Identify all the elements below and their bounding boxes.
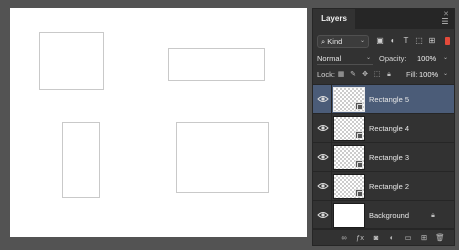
layer-name[interactable]: Rectangle 2 <box>369 172 409 201</box>
chevron-down-icon[interactable]: ⌄ <box>443 68 448 81</box>
layer-name[interactable]: Rectangle 3 <box>369 143 409 172</box>
smart-object-icon <box>355 189 363 197</box>
layer-thumbnail <box>333 116 365 141</box>
layer-thumbnail <box>333 203 365 228</box>
opacity-label: Opacity: <box>379 54 407 63</box>
blend-mode-value: Normal <box>317 54 342 63</box>
panel-menu-icon[interactable]: ☰ <box>439 18 451 26</box>
adjustment-filter-icon[interactable]: ◐ <box>388 36 398 46</box>
panel-footer: ∞ ƒx ◙ ◐ ▭ ⊞ 🗑︎ <box>313 228 454 245</box>
layer-row-rectangle-4[interactable]: Rectangle 4 <box>313 114 454 143</box>
lock-transparent-icon[interactable]: ▦ <box>337 70 345 79</box>
chevron-down-icon: ⌄ <box>359 38 365 44</box>
divider <box>331 172 332 201</box>
chevron-down-icon: ⌄ <box>365 55 371 61</box>
rectangle-shape[interactable] <box>39 32 104 90</box>
canvas-workspace <box>0 0 312 250</box>
divider <box>331 201 332 230</box>
kind-filter-select[interactable]: ⌕ Kind ⌄ <box>317 35 369 48</box>
layer-name[interactable]: Rectangle 4 <box>369 114 409 143</box>
mask-icon[interactable]: ◙ <box>371 233 381 242</box>
type-filter-icon[interactable]: T <box>401 36 411 46</box>
rectangle-shape[interactable] <box>168 48 265 81</box>
lock-artboard-icon[interactable]: ⬚ <box>373 70 381 79</box>
blend-mode-select[interactable]: Normal ⌄ <box>317 52 373 65</box>
layer-name[interactable]: Rectangle 5 <box>369 85 409 114</box>
divider <box>331 85 332 114</box>
eye-icon[interactable] <box>317 93 329 105</box>
shape-filter-icon[interactable]: ⬚ <box>414 36 424 46</box>
divider <box>331 143 332 172</box>
filter-toggle[interactable] <box>445 37 450 45</box>
smart-object-icon <box>355 160 363 168</box>
layer-thumbnail <box>333 145 365 170</box>
eye-icon[interactable] <box>317 151 329 163</box>
rectangle-shape[interactable] <box>62 122 100 198</box>
eye-icon[interactable] <box>317 180 329 192</box>
image-filter-icon[interactable]: ▣ <box>375 36 385 46</box>
lock-position-icon[interactable]: ✥ <box>361 70 369 79</box>
lock-label: Lock: <box>317 70 335 79</box>
kind-filter-label: Kind <box>327 37 343 46</box>
chevron-down-icon[interactable]: ⌄ <box>443 52 448 65</box>
opacity-field[interactable]: 100% <box>417 52 441 65</box>
filter-row: ⌕ Kind ⌄ ▣ ◐ T ⬚ ⊞ <box>313 34 454 50</box>
rectangle-shape[interactable] <box>176 122 269 193</box>
layer-row-rectangle-2[interactable]: Rectangle 2 <box>313 172 454 201</box>
layer-row-rectangle-5[interactable]: Rectangle 5 <box>313 85 454 114</box>
document-canvas[interactable] <box>10 8 307 237</box>
divider <box>331 114 332 143</box>
lock-row: Lock: ▦ ✎ ✥ ⬚ 🔒︎ Fill: 100% ⌄ <box>313 67 454 83</box>
layers-panel: Layers ✕ ☰ ⌕ Kind ⌄ ▣ ◐ T ⬚ ⊞ Normal ⌄ O… <box>312 8 455 246</box>
delete-icon[interactable]: 🗑︎ <box>435 233 445 242</box>
panel-tab-bar: Layers ✕ ☰ <box>313 9 454 29</box>
group-icon[interactable]: ▭ <box>403 233 413 242</box>
tab-layers[interactable]: Layers <box>313 9 355 29</box>
fx-icon[interactable]: ƒx <box>355 233 365 242</box>
smart-object-filter-icon[interactable]: ⊞ <box>427 36 437 46</box>
lock-icon[interactable]: 🔒︎ <box>429 211 437 220</box>
new-layer-icon[interactable]: ⊞ <box>419 233 429 242</box>
fill-label: Fill: <box>406 70 418 79</box>
eye-icon[interactable] <box>317 122 329 134</box>
smart-object-icon <box>355 131 363 139</box>
blend-row: Normal ⌄ Opacity: 100% ⌄ <box>313 51 454 67</box>
link-icon[interactable]: ∞ <box>339 233 349 242</box>
layers-list: Rectangle 5 Rectangle 4 Rectangle 3 Rect… <box>313 84 454 230</box>
adjustment-icon[interactable]: ◐ <box>387 233 397 242</box>
layer-row-rectangle-3[interactable]: Rectangle 3 <box>313 143 454 172</box>
layer-thumbnail <box>333 87 365 112</box>
fill-field[interactable]: 100% <box>419 68 441 81</box>
eye-icon[interactable] <box>317 209 329 221</box>
layer-row-background[interactable]: Background 🔒︎ <box>313 201 454 230</box>
search-icon: ⌕ <box>321 37 326 46</box>
layer-name[interactable]: Background <box>369 201 409 230</box>
lock-pixels-icon[interactable]: ✎ <box>349 70 357 79</box>
lock-all-icon[interactable]: 🔒︎ <box>385 70 393 79</box>
layer-thumbnail <box>333 174 365 199</box>
smart-object-icon <box>355 102 363 110</box>
